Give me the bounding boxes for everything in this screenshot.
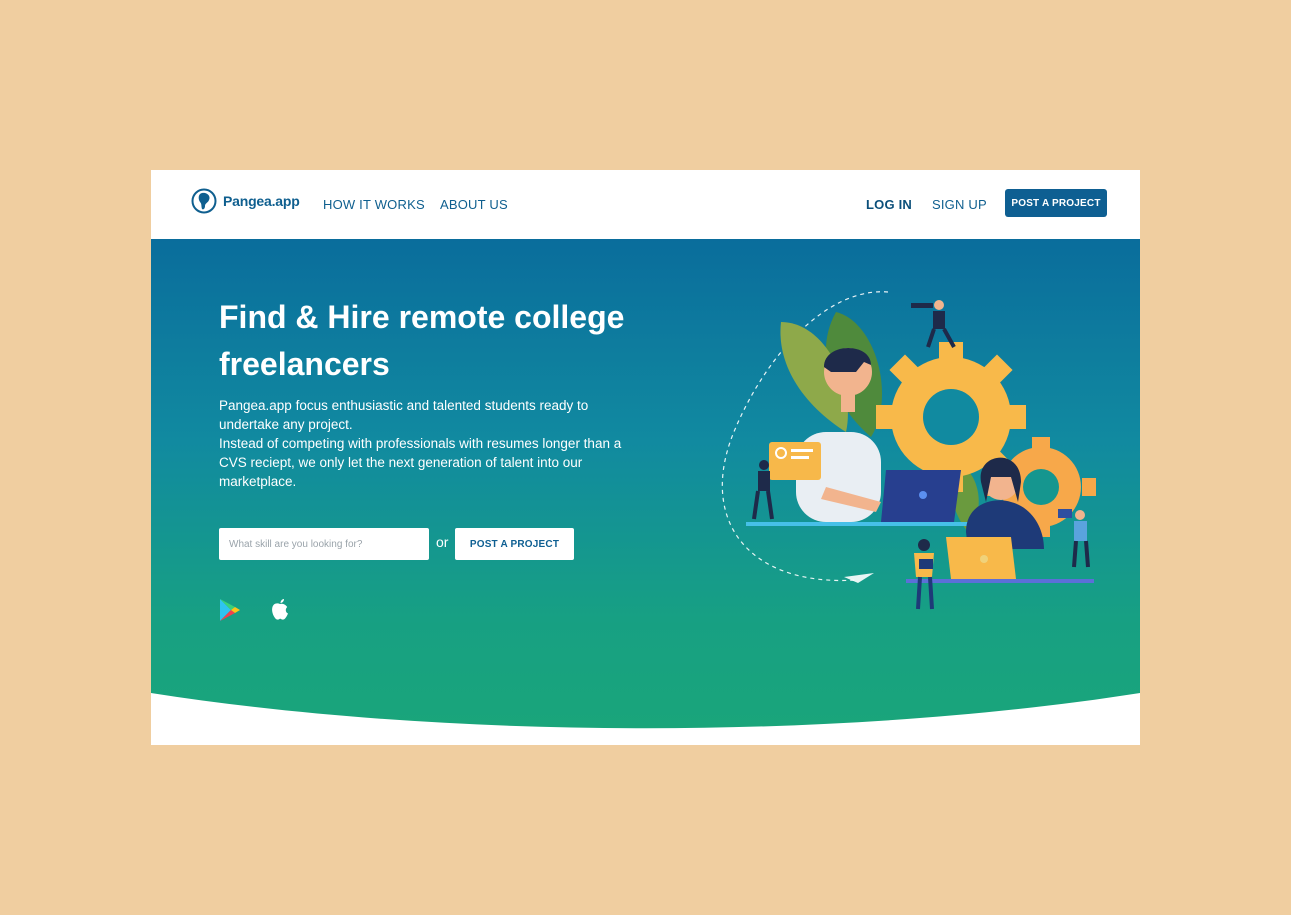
logo[interactable]: Pangea.app [191, 188, 300, 214]
brand-name: Pangea.app [223, 193, 300, 209]
apple-icon[interactable] [269, 598, 291, 622]
hero-post-project-button[interactable]: POST A PROJECT [455, 528, 574, 560]
signup-link[interactable]: SIGN UP [932, 197, 987, 212]
nav-how-it-works[interactable]: HOW IT WORKS [323, 197, 425, 212]
hero-illustration [721, 291, 1096, 610]
or-text: or [436, 534, 449, 550]
hero-title: Find & Hire remote college freelancers [219, 299, 625, 382]
navbar: Pangea.app HOW IT WORKS ABOUT US LOG IN … [151, 170, 1140, 240]
google-play-icon[interactable] [219, 598, 241, 622]
hero-section: Find & Hire remote college freelancers P… [151, 239, 1140, 745]
nav-about-us[interactable]: ABOUT US [440, 197, 508, 212]
hero-curve [151, 693, 1140, 745]
hero-description-line: Instead of competing with professionals … [219, 436, 622, 489]
skill-search-input[interactable] [219, 528, 429, 560]
landing-page: Pangea.app HOW IT WORKS ABOUT US LOG IN … [151, 170, 1140, 745]
hero-description-line: Pangea.app focus enthusiastic and talent… [219, 398, 589, 432]
login-link[interactable]: LOG IN [866, 197, 912, 212]
post-project-button[interactable]: POST A PROJECT [1005, 189, 1107, 217]
hero-description: Pangea.app focus enthusiastic and talent… [219, 396, 649, 491]
pangea-logo-icon [191, 188, 217, 214]
